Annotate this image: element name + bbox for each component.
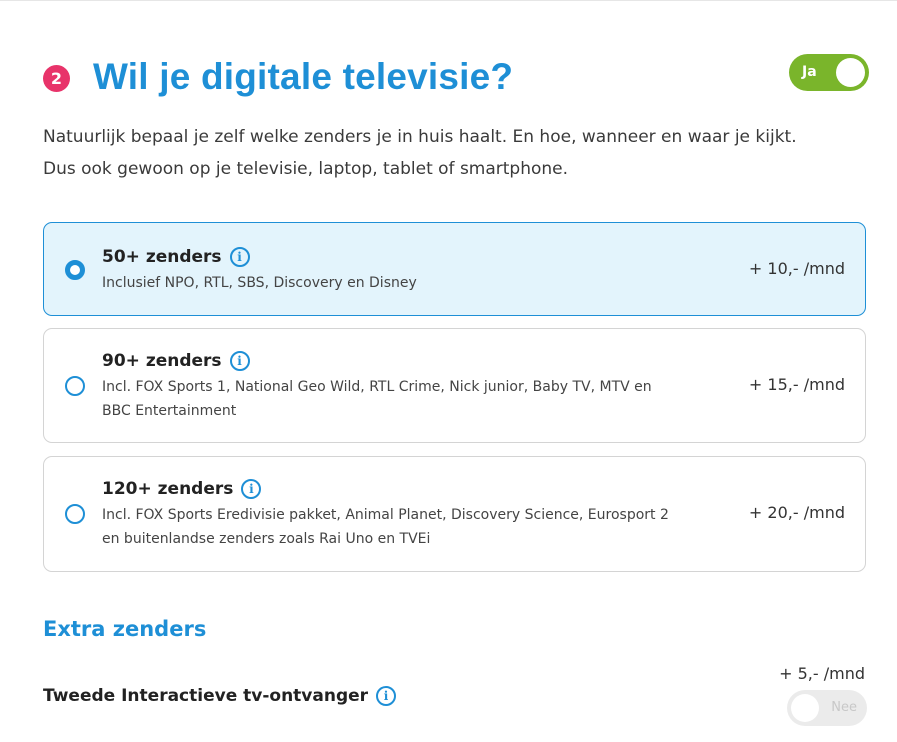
toggle-label: Nee bbox=[831, 700, 857, 715]
section-header: 2 Wil je digitale televisie? Ja bbox=[43, 52, 869, 104]
package-price: + 15,- /mnd bbox=[748, 375, 845, 394]
page-title: Wil je digitale televisie? bbox=[93, 56, 514, 97]
package-description: Inclusief NPO, RTL, SBS, Discovery en Di… bbox=[102, 275, 417, 291]
package-title: 90+ zenders i bbox=[102, 351, 250, 371]
package-title-text: 90+ zenders bbox=[102, 351, 222, 371]
package-title-text: 50+ zenders bbox=[102, 247, 222, 267]
package-option-50[interactable]: 50+ zenders i Inclusief NPO, RTL, SBS, D… bbox=[43, 222, 866, 316]
extra-item: Tweede Interactieve tv-ontvanger i bbox=[43, 686, 397, 706]
package-title-text: 120+ zenders bbox=[102, 479, 234, 499]
package-option-90[interactable]: 90+ zenders i Incl. FOX Sports 1, Nation… bbox=[43, 328, 866, 443]
package-price: + 10,- /mnd bbox=[748, 259, 845, 278]
package-option-120[interactable]: 120+ zenders i Incl. FOX Sports Eredivis… bbox=[43, 456, 866, 572]
extra-item-label: Tweede Interactieve tv-ontvanger bbox=[43, 686, 369, 706]
digital-tv-toggle[interactable]: Ja bbox=[789, 54, 869, 91]
package-description: Incl. FOX Sports Eredivisie pakket, Anim… bbox=[102, 507, 669, 547]
toggle-knob bbox=[791, 694, 819, 722]
info-icon[interactable]: i bbox=[376, 686, 397, 706]
intro-text: Natuurlijk bepaal je zelf welke zenders … bbox=[43, 121, 863, 185]
package-title: 50+ zenders i bbox=[102, 247, 250, 267]
toggle-label: Ja bbox=[802, 64, 817, 80]
radio-button[interactable] bbox=[65, 376, 85, 396]
intro-line-1: Natuurlijk bepaal je zelf welke zenders … bbox=[43, 127, 797, 147]
package-price: + 20,- /mnd bbox=[748, 503, 845, 522]
radio-button-selected[interactable] bbox=[65, 260, 85, 280]
intro-line-2: Dus ook gewoon op je televisie, laptop, … bbox=[43, 159, 569, 179]
info-icon[interactable]: i bbox=[229, 351, 250, 371]
package-title: 120+ zenders i bbox=[102, 479, 262, 499]
radio-button[interactable] bbox=[65, 504, 85, 524]
info-icon[interactable]: i bbox=[229, 247, 250, 267]
extra-item-price: + 5,- /mnd bbox=[779, 664, 865, 683]
extra-channels-heading: Extra zenders bbox=[43, 617, 207, 641]
top-divider bbox=[0, 0, 897, 1]
package-description: Incl. FOX Sports 1, National Geo Wild, R… bbox=[102, 379, 652, 419]
second-receiver-toggle[interactable]: Nee bbox=[787, 690, 867, 726]
toggle-knob bbox=[836, 58, 865, 87]
step-number-badge: 2 bbox=[43, 65, 70, 92]
info-icon[interactable]: i bbox=[241, 479, 262, 499]
